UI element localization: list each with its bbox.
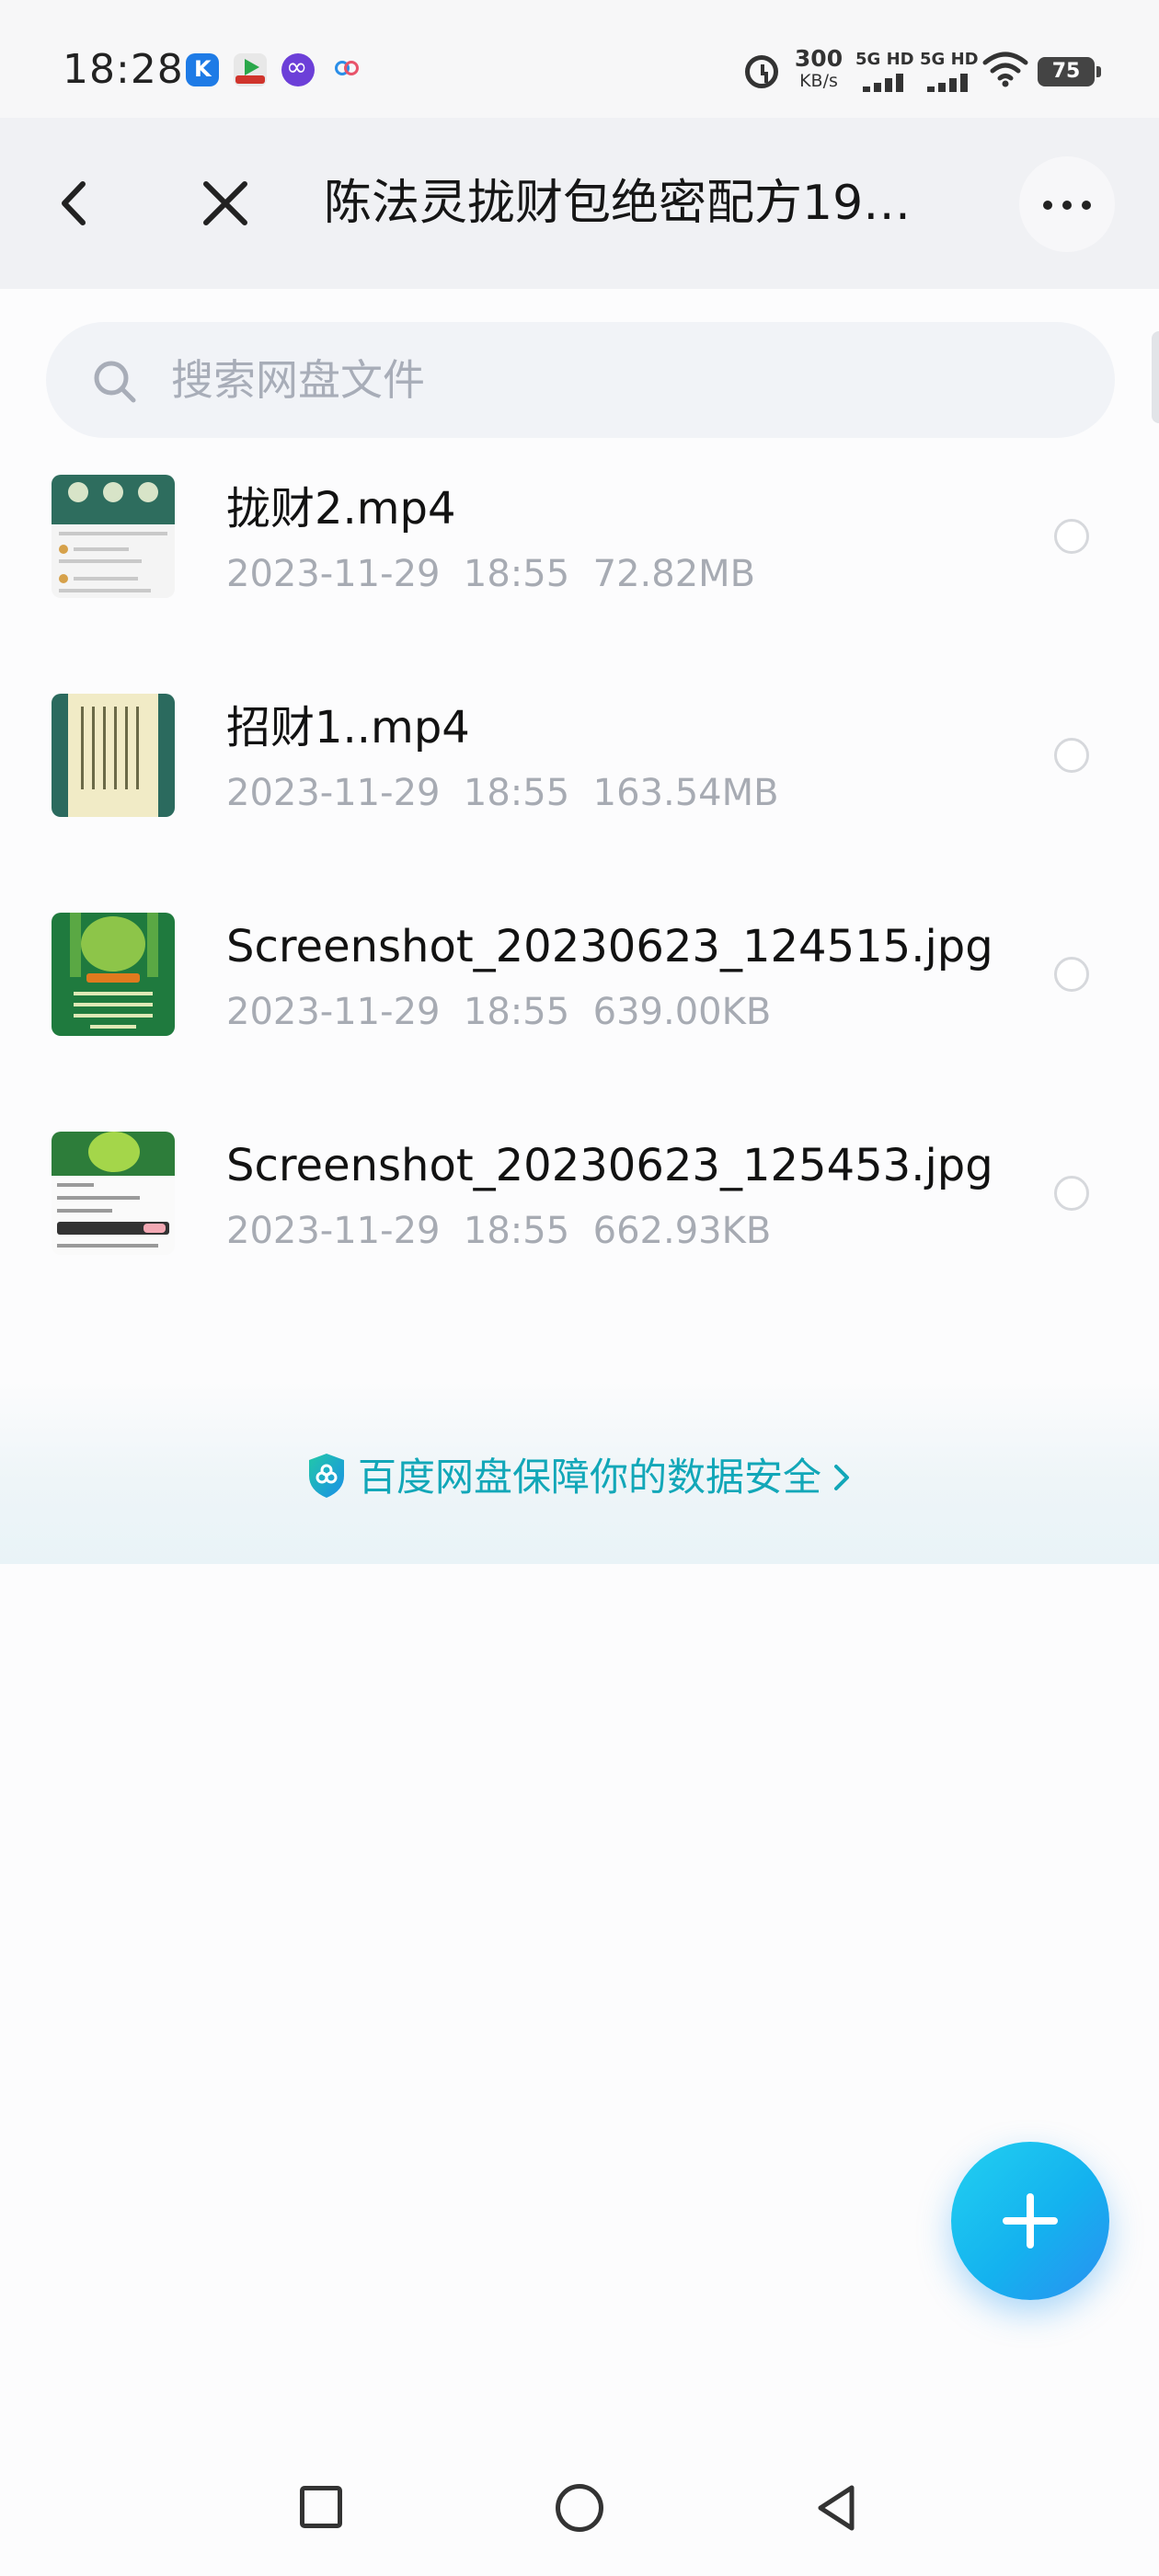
- select-checkbox[interactable]: [1054, 957, 1089, 992]
- file-row[interactable]: 拢财2.mp4 2023-11-29 18:55 72.82MB: [0, 442, 1159, 661]
- file-row[interactable]: 招财1..mp4 2023-11-29 18:55 163.54MB: [0, 661, 1159, 880]
- close-button[interactable]: [193, 171, 258, 236]
- signal-sim1-icon: 5G HD: [855, 50, 916, 92]
- signal-sim2-icon: 5G HD: [920, 50, 981, 92]
- file-date: 2023-11-29: [226, 991, 441, 1033]
- network-speed-value: 300: [794, 45, 843, 72]
- file-date: 2023-11-29: [226, 772, 441, 814]
- file-time: 18:55: [463, 1210, 570, 1252]
- back-nav-button[interactable]: [813, 2482, 859, 2534]
- status-bar: 18:28 300 KB/s 5G HD 5G HD 75: [0, 0, 1159, 118]
- file-name: 拢财2.mp4: [226, 483, 456, 535]
- file-size: 639.00KB: [592, 991, 772, 1033]
- video-thumbnail: [52, 694, 175, 817]
- file-time: 18:55: [463, 553, 570, 595]
- recent-apps-button[interactable]: [300, 2486, 342, 2528]
- search-icon: [94, 361, 136, 403]
- file-size: 662.93KB: [592, 1210, 772, 1252]
- file-row[interactable]: Screenshot_20230623_124515.jpg 2023-11-2…: [0, 880, 1159, 1098]
- image-thumbnail: [52, 1132, 175, 1255]
- alarm-icon: [745, 55, 778, 88]
- shield-icon: [308, 1454, 344, 1498]
- security-text: 百度网盘保障你的数据安全: [357, 1455, 821, 1500]
- file-meta: 2023-11-29 18:55 163.54MB: [226, 769, 779, 817]
- navigation-bar: [0, 2429, 1159, 2576]
- signal-sim2-label: 5G HD: [920, 50, 979, 69]
- file-date: 2023-11-29: [226, 1210, 441, 1252]
- more-button[interactable]: [1019, 156, 1115, 252]
- home-button[interactable]: [556, 2484, 603, 2532]
- security-banner: 百度网盘保障你的数据安全: [0, 1380, 1159, 1564]
- file-name: 招财1..mp4: [226, 702, 470, 753]
- security-link[interactable]: 百度网盘保障你的数据安全: [0, 1450, 1159, 1505]
- file-name: Screenshot_20230623_124515.jpg: [226, 921, 993, 972]
- search-bar[interactable]: [46, 322, 1115, 438]
- file-meta: 2023-11-29 18:55 662.93KB: [226, 1207, 771, 1255]
- file-meta: 2023-11-29 18:55 72.82MB: [226, 550, 755, 598]
- battery-icon: 75: [1038, 57, 1101, 86]
- file-time: 18:55: [463, 772, 570, 814]
- file-row[interactable]: Screenshot_20230623_125453.jpg 2023-11-2…: [0, 1098, 1159, 1317]
- status-time: 18:28: [63, 46, 184, 93]
- file-name: Screenshot_20230623_125453.jpg: [226, 1140, 993, 1191]
- select-checkbox[interactable]: [1054, 519, 1089, 554]
- signal-sim1-label: 5G HD: [855, 50, 914, 69]
- wifi-icon: [982, 52, 1028, 87]
- image-thumbnail: [52, 913, 175, 1036]
- more-icon: [1043, 201, 1052, 210]
- infinity-app-icon: [281, 52, 315, 86]
- title-bar: 陈法灵拢财包绝密配方19…: [0, 118, 1159, 289]
- file-time: 18:55: [463, 991, 570, 1033]
- select-checkbox[interactable]: [1054, 1176, 1089, 1211]
- cloud-app-icon: [329, 53, 362, 86]
- search-input[interactable]: [171, 339, 1073, 421]
- chevron-right-icon: [834, 1465, 849, 1490]
- file-meta: 2023-11-29 18:55 639.00KB: [226, 988, 771, 1036]
- select-checkbox[interactable]: [1054, 738, 1089, 773]
- back-button[interactable]: [48, 171, 103, 236]
- edge-panel-handle[interactable]: [1152, 331, 1159, 423]
- video-app-icon: [234, 53, 267, 86]
- file-size: 72.82MB: [592, 553, 756, 595]
- file-size: 163.54MB: [592, 772, 779, 814]
- network-speed: 300 KB/s: [793, 45, 844, 92]
- file-date: 2023-11-29: [226, 553, 441, 595]
- video-thumbnail: [52, 475, 175, 598]
- add-button[interactable]: [951, 2142, 1109, 2300]
- network-speed-unit: KB/s: [799, 71, 838, 91]
- kuaiying-app-icon: [186, 53, 219, 86]
- page-title: 陈法灵拢财包绝密配方19…: [324, 176, 912, 231]
